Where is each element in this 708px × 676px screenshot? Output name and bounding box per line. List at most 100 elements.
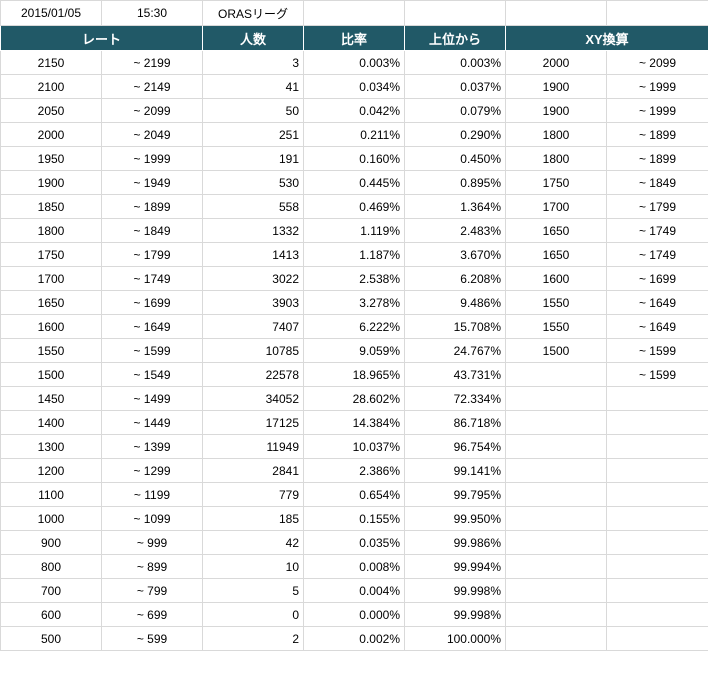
ratio-cell[interactable]: 10.037% (303, 434, 405, 459)
xy-low-cell[interactable]: 1500 (505, 338, 607, 363)
count-cell[interactable]: 22578 (202, 362, 304, 387)
xy-low-cell[interactable]: 1600 (505, 266, 607, 291)
rate-high-cell[interactable]: ~ 799 (101, 578, 203, 603)
xy-high-cell[interactable] (606, 434, 708, 459)
rate-low-cell[interactable]: 1500 (0, 362, 102, 387)
date-cell[interactable]: 2015/01/05 (0, 0, 102, 26)
xy-high-cell[interactable]: ~ 2099 (606, 50, 708, 75)
xy-high-cell[interactable] (606, 506, 708, 531)
xy-high-cell[interactable]: ~ 1749 (606, 218, 708, 243)
rate-low-cell[interactable]: 700 (0, 578, 102, 603)
count-cell[interactable]: 5 (202, 578, 304, 603)
empty-cell[interactable] (505, 0, 607, 26)
rate-low-cell[interactable]: 2050 (0, 98, 102, 123)
xy-high-cell[interactable] (606, 554, 708, 579)
rate-low-cell[interactable]: 1950 (0, 146, 102, 171)
header-count[interactable]: 人数 (202, 25, 304, 51)
rate-high-cell[interactable]: ~ 1899 (101, 194, 203, 219)
rate-high-cell[interactable]: ~ 1449 (101, 410, 203, 435)
empty-cell[interactable] (606, 0, 708, 26)
rate-low-cell[interactable]: 2100 (0, 74, 102, 99)
empty-cell[interactable] (303, 0, 405, 26)
top-percent-cell[interactable]: 0.290% (404, 122, 506, 147)
rate-low-cell[interactable]: 1700 (0, 266, 102, 291)
count-cell[interactable]: 558 (202, 194, 304, 219)
rate-high-cell[interactable]: ~ 1499 (101, 386, 203, 411)
rate-low-cell[interactable]: 1550 (0, 338, 102, 363)
league-cell[interactable]: ORASリーグ (202, 0, 304, 26)
xy-high-cell[interactable]: ~ 1899 (606, 122, 708, 147)
rate-high-cell[interactable]: ~ 2199 (101, 50, 203, 75)
count-cell[interactable]: 50 (202, 98, 304, 123)
count-cell[interactable]: 3022 (202, 266, 304, 291)
top-percent-cell[interactable]: 2.483% (404, 218, 506, 243)
count-cell[interactable]: 10785 (202, 338, 304, 363)
rate-low-cell[interactable]: 1750 (0, 242, 102, 267)
rate-high-cell[interactable]: ~ 1699 (101, 290, 203, 315)
xy-high-cell[interactable] (606, 626, 708, 651)
ratio-cell[interactable]: 28.602% (303, 386, 405, 411)
xy-high-cell[interactable] (606, 386, 708, 411)
xy-low-cell[interactable]: 1700 (505, 194, 607, 219)
count-cell[interactable]: 41 (202, 74, 304, 99)
xy-high-cell[interactable]: ~ 1849 (606, 170, 708, 195)
ratio-cell[interactable]: 0.445% (303, 170, 405, 195)
xy-low-cell[interactable]: 1650 (505, 218, 607, 243)
count-cell[interactable]: 34052 (202, 386, 304, 411)
rate-low-cell[interactable]: 1100 (0, 482, 102, 507)
rate-high-cell[interactable]: ~ 1299 (101, 458, 203, 483)
rate-low-cell[interactable]: 800 (0, 554, 102, 579)
xy-high-cell[interactable]: ~ 1649 (606, 290, 708, 315)
xy-high-cell[interactable]: ~ 1999 (606, 98, 708, 123)
xy-low-cell[interactable]: 2000 (505, 50, 607, 75)
ratio-cell[interactable]: 0.042% (303, 98, 405, 123)
count-cell[interactable]: 7407 (202, 314, 304, 339)
rate-high-cell[interactable]: ~ 1599 (101, 338, 203, 363)
count-cell[interactable]: 779 (202, 482, 304, 507)
ratio-cell[interactable]: 0.002% (303, 626, 405, 651)
rate-low-cell[interactable]: 900 (0, 530, 102, 555)
rate-high-cell[interactable]: ~ 1749 (101, 266, 203, 291)
empty-cell[interactable] (404, 0, 506, 26)
count-cell[interactable]: 2 (202, 626, 304, 651)
ratio-cell[interactable]: 0.034% (303, 74, 405, 99)
ratio-cell[interactable]: 9.059% (303, 338, 405, 363)
xy-high-cell[interactable]: ~ 1649 (606, 314, 708, 339)
rate-low-cell[interactable]: 600 (0, 602, 102, 627)
xy-low-cell[interactable]: 1800 (505, 122, 607, 147)
ratio-cell[interactable]: 0.035% (303, 530, 405, 555)
rate-high-cell[interactable]: ~ 2099 (101, 98, 203, 123)
xy-low-cell[interactable]: 1550 (505, 290, 607, 315)
rate-low-cell[interactable]: 1450 (0, 386, 102, 411)
xy-low-cell[interactable]: 1650 (505, 242, 607, 267)
top-percent-cell[interactable]: 99.986% (404, 530, 506, 555)
header-xy[interactable]: XY換算 (505, 25, 708, 51)
xy-high-cell[interactable] (606, 458, 708, 483)
top-percent-cell[interactable]: 99.998% (404, 578, 506, 603)
top-percent-cell[interactable]: 3.670% (404, 242, 506, 267)
top-percent-cell[interactable]: 9.486% (404, 290, 506, 315)
ratio-cell[interactable]: 0.008% (303, 554, 405, 579)
rate-high-cell[interactable]: ~ 1999 (101, 146, 203, 171)
top-percent-cell[interactable]: 1.364% (404, 194, 506, 219)
xy-high-cell[interactable] (606, 482, 708, 507)
rate-high-cell[interactable]: ~ 1549 (101, 362, 203, 387)
xy-low-cell[interactable] (505, 578, 607, 603)
xy-low-cell[interactable] (505, 626, 607, 651)
xy-low-cell[interactable] (505, 362, 607, 387)
top-percent-cell[interactable]: 0.895% (404, 170, 506, 195)
count-cell[interactable]: 185 (202, 506, 304, 531)
ratio-cell[interactable]: 0.155% (303, 506, 405, 531)
rate-high-cell[interactable]: ~ 599 (101, 626, 203, 651)
xy-low-cell[interactable] (505, 530, 607, 555)
ratio-cell[interactable]: 18.965% (303, 362, 405, 387)
xy-low-cell[interactable]: 1750 (505, 170, 607, 195)
rate-high-cell[interactable]: ~ 1649 (101, 314, 203, 339)
xy-high-cell[interactable]: ~ 1799 (606, 194, 708, 219)
ratio-cell[interactable]: 0.469% (303, 194, 405, 219)
rate-high-cell[interactable]: ~ 1799 (101, 242, 203, 267)
ratio-cell[interactable]: 0.211% (303, 122, 405, 147)
xy-low-cell[interactable] (505, 482, 607, 507)
count-cell[interactable]: 2841 (202, 458, 304, 483)
rate-low-cell[interactable]: 2000 (0, 122, 102, 147)
